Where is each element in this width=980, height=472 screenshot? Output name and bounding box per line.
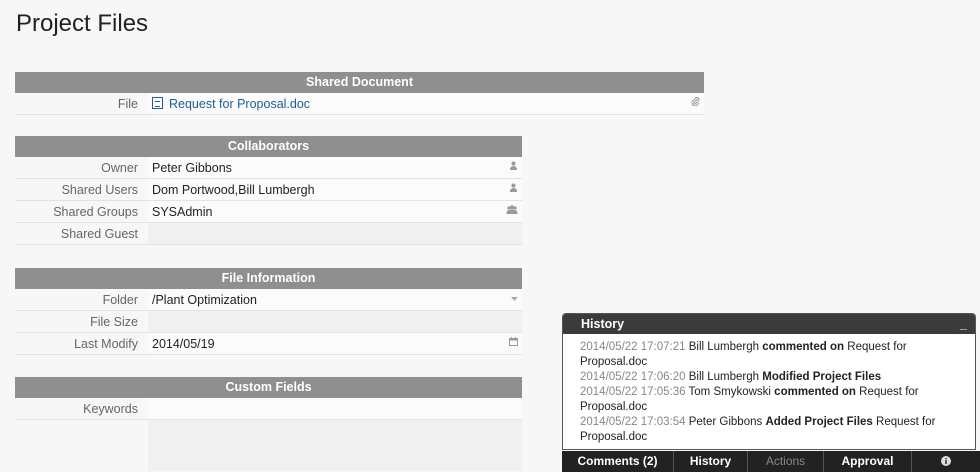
tab-approval[interactable]: Approval xyxy=(824,451,912,472)
paperclip-icon[interactable] xyxy=(691,93,700,115)
history-entry: 2014/05/22 17:05:36 Tom Smykowski commen… xyxy=(580,385,958,415)
shared-guest-label: Shared Guest xyxy=(60,227,138,241)
word-doc-icon xyxy=(152,97,163,109)
file-size-row: File Size xyxy=(15,311,522,333)
file-link[interactable]: Request for Proposal.doc xyxy=(169,97,310,111)
folder-label: Folder xyxy=(102,293,138,307)
shared-groups-row: Shared Groups SYSAdmin xyxy=(15,201,522,223)
history-timestamp: 2014/05/22 17:05:36 xyxy=(580,386,686,398)
keywords-input[interactable] xyxy=(148,398,522,419)
history-panel-header: History _ xyxy=(563,314,975,334)
tab-comments[interactable]: Comments (2) xyxy=(562,451,674,472)
shared-users-names: Dom Portwood,Bill Lumbergh xyxy=(152,183,315,197)
owner-label: Owner xyxy=(101,161,138,175)
user-icon[interactable] xyxy=(509,179,518,201)
history-list: 2014/05/22 17:07:21 Bill Lumbergh commen… xyxy=(563,334,975,450)
last-modify-value: 2014/05/19 xyxy=(152,337,215,351)
calendar-icon[interactable] xyxy=(509,333,518,355)
history-timestamp: 2014/05/22 17:06:20 xyxy=(580,371,686,383)
custom-fields-section: Custom Fields Keywords xyxy=(15,377,522,471)
keywords-row: Keywords xyxy=(15,398,522,420)
last-modify-field[interactable]: 2014/05/19 xyxy=(148,333,522,354)
user-icon[interactable] xyxy=(509,157,518,179)
shared-document-header: Shared Document xyxy=(15,72,704,93)
history-action: commented on xyxy=(762,341,845,353)
shared-groups-label: Shared Groups xyxy=(53,205,138,219)
shared-document-section: Shared Document File Request for Proposa… xyxy=(15,72,704,115)
shared-users-label: Shared Users xyxy=(61,183,138,197)
history-action: Added Project Files xyxy=(765,416,873,428)
file-row: File Request for Proposal.doc xyxy=(15,93,704,115)
dropdown-caret-icon[interactable] xyxy=(511,289,518,311)
group-icon[interactable] xyxy=(506,201,518,223)
history-action: commented on xyxy=(774,386,856,398)
history-panel: History _ 2014/05/22 17:07:21 Bill Lumbe… xyxy=(562,313,976,450)
folder-row: Folder /Plant Optimization xyxy=(15,289,522,311)
last-modify-label: Last Modify xyxy=(74,337,138,351)
history-entry: 2014/05/22 17:03:54 Peter Gibbons Added … xyxy=(580,415,958,445)
last-modify-row: Last Modify 2014/05/19 xyxy=(15,333,522,355)
owner-name: Peter Gibbons xyxy=(152,161,232,175)
shared-groups-value[interactable]: SYSAdmin xyxy=(148,201,522,222)
page-title: Project Files xyxy=(16,10,149,37)
collaborators-header: Collaborators xyxy=(15,136,522,157)
minimize-button[interactable]: _ xyxy=(960,314,967,334)
file-information-section: File Information Folder /Plant Optimizat… xyxy=(15,268,522,355)
info-icon xyxy=(941,454,951,468)
history-action: Modified Project Files xyxy=(762,371,882,383)
shared-guest-row: Shared Guest xyxy=(15,223,522,245)
shared-users-value[interactable]: Dom Portwood,Bill Lumbergh xyxy=(148,179,522,200)
keywords-label: Keywords xyxy=(83,402,138,416)
folder-select[interactable]: /Plant Optimization xyxy=(148,289,522,310)
history-entry: 2014/05/22 17:06:20 Bill Lumbergh Modifi… xyxy=(580,370,958,385)
blank-label-column xyxy=(15,420,148,471)
custom-fields-header: Custom Fields xyxy=(15,377,522,398)
file-label: File xyxy=(117,97,138,111)
owner-row: Owner Peter Gibbons xyxy=(15,157,522,179)
shared-users-row: Shared Users Dom Portwood,Bill Lumbergh xyxy=(15,179,522,201)
history-user: Peter Gibbons xyxy=(688,416,763,428)
collaborators-section: Collaborators Owner Peter Gibbons Shared… xyxy=(15,136,522,245)
tab-history[interactable]: History xyxy=(674,451,748,472)
history-user: Bill Lumbergh xyxy=(688,341,760,353)
history-timestamp: 2014/05/22 17:03:54 xyxy=(580,416,686,428)
history-panel-title: History xyxy=(581,317,625,331)
history-user: Bill Lumbergh xyxy=(688,371,760,383)
owner-value[interactable]: Peter Gibbons xyxy=(148,157,522,178)
blank-value-column xyxy=(148,420,522,471)
folder-value: /Plant Optimization xyxy=(152,293,257,307)
info-button[interactable] xyxy=(912,451,980,472)
file-value: Request for Proposal.doc xyxy=(148,93,704,114)
file-size-value xyxy=(148,311,522,332)
file-size-label: File Size xyxy=(90,315,138,329)
custom-fields-blank-area xyxy=(15,420,522,471)
shared-guest-value[interactable] xyxy=(148,223,522,244)
history-entry: 2014/05/22 17:07:21 Bill Lumbergh commen… xyxy=(580,340,958,370)
history-timestamp: 2014/05/22 17:07:21 xyxy=(580,341,686,353)
shared-groups-names: SYSAdmin xyxy=(152,205,213,219)
file-information-header: File Information xyxy=(15,268,522,289)
tab-actions[interactable]: Actions xyxy=(748,451,824,472)
history-user: Tom Smykowski xyxy=(688,386,771,398)
bottom-tab-bar: Comments (2) History Actions Approval xyxy=(562,451,980,472)
